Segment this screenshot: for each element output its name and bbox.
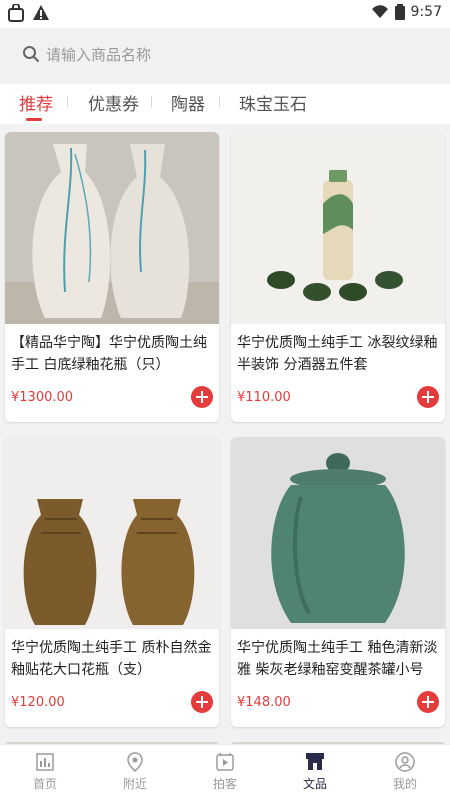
tab-jewelry[interactable]: 珠宝玉石 [239,90,307,115]
nav-label-profile: 我的 [392,777,417,791]
plus-icon [422,391,434,403]
add-to-cart-button[interactable] [417,386,439,408]
plus-icon [196,696,208,708]
bag-icon [8,4,24,22]
nav-capture[interactable]: 拍客 [180,745,270,801]
nav-label-capture: 拍客 [212,777,237,791]
nav-label-culture: 文品 [302,777,327,791]
nav-label-home: 首页 [32,777,57,791]
video-icon [216,753,234,771]
status-right: 9:57 [371,4,442,20]
product-card[interactable]: 华宁优质陶土纯手工 釉色清新淡雅 柴灰老绿釉窑变醒茶罐小号 ¥148.00 [231,437,445,727]
product-price: ¥148.00 [237,695,291,710]
battery-icon [394,4,405,20]
profile-icon [395,752,415,772]
status-left [8,4,50,22]
product-title: 华宁优质陶土纯手工 釉色清新淡雅 柴灰老绿釉窑变醒茶罐小号 [237,640,438,678]
product-title: 华宁优质陶土纯手工 质朴自然金釉贴花大口花瓶（支） [11,640,212,678]
nav-culture[interactable]: 文品 [270,745,360,801]
product-card[interactable]: 【精品华宁陶】华宁优质陶土纯手工 白底绿釉花瓶（只） ¥1300.00 [5,132,219,422]
shop-icon [306,753,324,770]
tab-divider [219,96,220,108]
status-time: 9:57 [410,4,442,20]
search-bar[interactable]: 请输入商品名称 [14,36,434,72]
product-title: 华宁优质陶土纯手工 冰裂纹绿釉半装饰 分酒器五件套 [237,335,438,373]
bottom-navigation: 首页 附近 拍客 文品 我的 [0,744,450,801]
nav-label-nearby: 附近 [122,777,147,791]
product-image-white-vases [5,132,219,324]
product-price: ¥1300.00 [11,390,74,405]
chart-icon [36,753,54,771]
tab-divider [67,96,68,108]
add-to-cart-button[interactable] [191,691,213,713]
product-price: ¥120.00 [11,695,65,710]
location-pin-icon [127,752,143,772]
product-price: ¥110.00 [237,390,291,405]
warning-icon [33,5,49,20]
product-card[interactable]: 华宁优质陶土纯手工 冰裂纹绿釉半装饰 分酒器五件套 ¥110.00 [231,132,445,422]
add-to-cart-button[interactable] [191,386,213,408]
search-placeholder: 请输入商品名称 [46,45,152,64]
wifi-icon [371,5,388,18]
category-tabs: 推荐 优惠券 陶器 珠宝玉石 [0,84,450,124]
tab-pottery[interactable]: 陶器 [171,90,205,115]
status-bar: 9:57 [0,0,450,28]
active-tab-indicator [26,118,42,121]
product-grid: 【精品华宁陶】华宁优质陶土纯手工 白底绿釉花瓶（只） ¥1300.00 华宁优质… [0,124,450,744]
tab-coupons[interactable]: 优惠券 [88,90,139,115]
nav-nearby[interactable]: 附近 [90,745,180,801]
plus-icon [196,391,208,403]
product-image-green-wine-set [231,132,445,324]
search-icon [23,46,39,62]
product-image-brown-vases [5,437,219,629]
product-card[interactable]: 华宁优质陶土纯手工 质朴自然金釉贴花大口花瓶（支） ¥120.00 [5,437,219,727]
nav-home[interactable]: 首页 [0,745,90,801]
add-to-cart-button[interactable] [417,691,439,713]
tab-divider [151,96,152,108]
nav-profile[interactable]: 我的 [360,745,450,801]
plus-icon [422,696,434,708]
tab-recommend[interactable]: 推荐 [19,90,53,115]
product-image-green-tea-jar [231,437,445,629]
product-title: 【精品华宁陶】华宁优质陶土纯手工 白底绿釉花瓶（只） [11,335,207,373]
